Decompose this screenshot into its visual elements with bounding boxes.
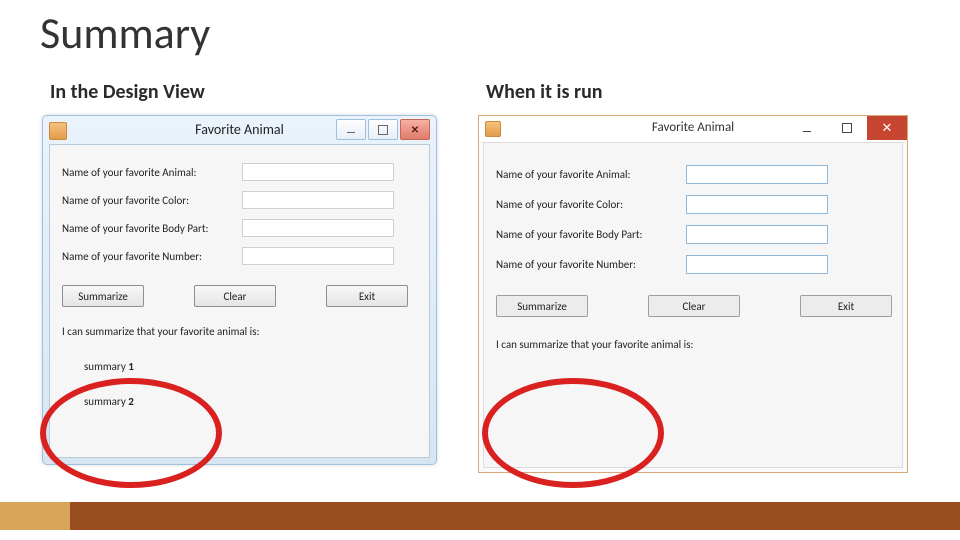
window-client-area: Name of your favorite Animal: Name of yo… <box>483 142 903 468</box>
maximize-button[interactable] <box>827 116 867 140</box>
subhead-design-view: In the Design View <box>50 80 205 104</box>
summary1-label: summary 1 <box>84 360 134 373</box>
window-controls: ✕ <box>787 116 907 140</box>
clear-button[interactable]: Clear <box>648 295 740 317</box>
label-animal: Name of your favorite Animal: <box>496 168 686 181</box>
close-button[interactable]: ✕ <box>867 116 907 140</box>
window-modern: Favorite Animal ✕ Name of your favorite … <box>478 115 908 473</box>
titlebar: Favorite Animal ✕ <box>479 116 907 143</box>
close-button[interactable]: ✕ <box>400 119 430 140</box>
field-animal: Name of your favorite Animal: <box>62 163 394 181</box>
button-row: Summarize Clear Exit <box>496 295 892 317</box>
maximize-button[interactable] <box>368 119 398 140</box>
design-view-window-screenshot: Favorite Animal ✕ Name of your favorite … <box>42 115 447 485</box>
summary2-text: summary <box>84 395 128 408</box>
label-animal: Name of your favorite Animal: <box>62 166 242 179</box>
input-body-part[interactable] <box>242 219 394 237</box>
summary-intro-label: I can summarize that your favorite anima… <box>62 325 259 338</box>
input-body-part[interactable] <box>686 225 828 244</box>
summary1-text: summary <box>84 360 128 373</box>
maximize-icon <box>842 123 852 133</box>
window-aero: Favorite Animal ✕ Name of your favorite … <box>42 115 437 465</box>
summary1-num: 1 <box>128 360 134 373</box>
field-body-part: Name of your favorite Body Part: <box>62 219 394 237</box>
slide-title: Summary <box>40 6 210 60</box>
minimize-button[interactable] <box>336 119 366 140</box>
field-color: Name of your favorite Color: <box>496 195 828 214</box>
label-number: Name of your favorite Number: <box>496 258 686 271</box>
label-body-part: Name of your favorite Body Part: <box>496 228 686 241</box>
subhead-run-view: When it is run <box>486 80 603 104</box>
label-number: Name of your favorite Number: <box>62 250 242 263</box>
field-color: Name of your favorite Color: <box>62 191 394 209</box>
titlebar: Favorite Animal ✕ <box>45 118 434 142</box>
exit-button[interactable]: Exit <box>326 285 408 307</box>
close-icon: ✕ <box>882 121 893 136</box>
field-number: Name of your favorite Number: <box>62 247 394 265</box>
summary-intro-label: I can summarize that your favorite anima… <box>496 338 693 351</box>
summarize-button[interactable]: Summarize <box>62 285 144 307</box>
accent-light <box>0 502 70 530</box>
button-row: Summarize Clear Exit <box>62 285 408 307</box>
input-animal[interactable] <box>242 163 394 181</box>
field-animal: Name of your favorite Animal: <box>496 165 828 184</box>
minimize-button[interactable] <box>787 116 827 140</box>
maximize-icon <box>378 125 388 135</box>
window-client-area: Name of your favorite Animal: Name of yo… <box>49 144 430 458</box>
label-body-part: Name of your favorite Body Part: <box>62 222 242 235</box>
input-color[interactable] <box>686 195 828 214</box>
minimize-icon <box>803 131 811 132</box>
field-number: Name of your favorite Number: <box>496 255 828 274</box>
window-controls: ✕ <box>334 119 430 140</box>
input-number[interactable] <box>686 255 828 274</box>
field-body-part: Name of your favorite Body Part: <box>496 225 828 244</box>
summary2-num: 2 <box>128 395 134 408</box>
label-color: Name of your favorite Color: <box>62 194 242 207</box>
input-color[interactable] <box>242 191 394 209</box>
input-number[interactable] <box>242 247 394 265</box>
minimize-icon <box>347 132 355 133</box>
label-color: Name of your favorite Color: <box>496 198 686 211</box>
summarize-button[interactable]: Summarize <box>496 295 588 317</box>
clear-button[interactable]: Clear <box>194 285 276 307</box>
exit-button[interactable]: Exit <box>800 295 892 317</box>
accent-dark <box>70 502 960 530</box>
slide-accent-bar <box>0 502 960 530</box>
run-view-window-screenshot: Favorite Animal ✕ Name of your favorite … <box>478 115 883 485</box>
summary2-label: summary 2 <box>84 395 134 408</box>
close-icon: ✕ <box>411 123 419 136</box>
input-animal[interactable] <box>686 165 828 184</box>
